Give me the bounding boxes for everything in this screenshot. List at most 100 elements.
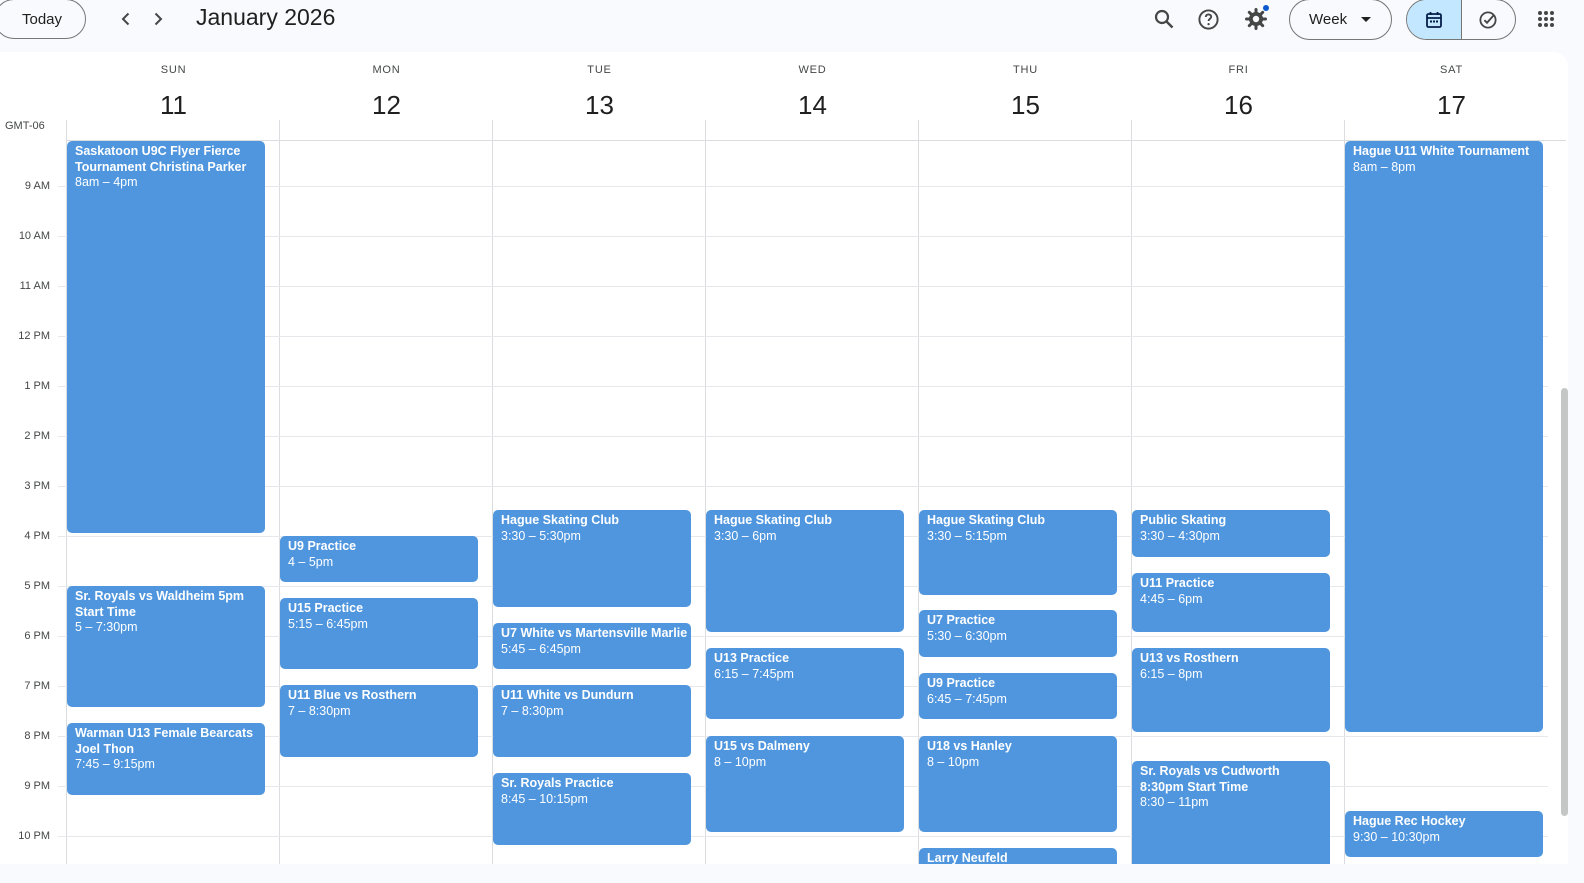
event-title: U9 Practice <box>288 539 357 553</box>
event-title: U9 Practice <box>927 676 996 690</box>
event-time: 4:45 – 6pm <box>1140 591 1203 606</box>
day-of-week: THU <box>1012 64 1038 76</box>
day-number[interactable]: 14 <box>706 90 919 121</box>
vertical-scrollbar[interactable] <box>1561 388 1568 816</box>
chevron-right-icon <box>154 12 163 26</box>
event-time: 4 – 5pm <box>288 554 334 569</box>
event-title: Hague U11 White Tournament <box>1353 144 1530 158</box>
event-time: 7 – 8:30pm <box>501 703 564 718</box>
day-number[interactable]: 15 <box>919 90 1132 121</box>
hour-gridline <box>58 286 1548 287</box>
event-time: 3:30 – 6pm <box>714 528 777 543</box>
calendar-event[interactable]: Larry Neufeld <box>919 848 1117 864</box>
calendar-tasks-toggle <box>1406 0 1516 40</box>
event-title: Hague Rec Hockey <box>1353 814 1466 828</box>
calendar-event[interactable]: U13 vs Rosthern 6:15 – 8pm <box>1132 648 1330 732</box>
calendar-event[interactable]: U7 White vs Martensville Marlie 5:45 – 6… <box>493 623 691 669</box>
day-of-week: SUN <box>160 64 187 76</box>
event-time: 3:30 – 4:30pm <box>1140 528 1220 543</box>
event-title: U11 Blue vs Rosthern <box>288 688 417 702</box>
event-time: 8am – 8pm <box>1353 159 1416 174</box>
calendar-event[interactable]: Public Skating 3:30 – 4:30pm <box>1132 510 1330 557</box>
event-time: 8 – 10pm <box>714 754 767 769</box>
calendar-view-toggle[interactable] <box>1407 0 1462 39</box>
next-week-button[interactable] <box>145 6 171 32</box>
calendar-event[interactable]: U13 Practice 6:15 – 7:45pm <box>706 648 904 719</box>
calendar-event[interactable]: U15 Practice 5:15 – 6:45pm <box>280 598 478 669</box>
calendar-event[interactable]: U11 Practice 4:45 – 6pm <box>1132 573 1330 632</box>
week-grid: SUN 11 MON 12 TUE 13 WED 14 THU 15 FRI 1… <box>0 52 1568 864</box>
calendar-event[interactable]: U9 Practice 6:45 – 7:45pm <box>919 673 1117 719</box>
tasks-view-toggle[interactable] <box>1462 0 1516 39</box>
hour-label: 6 PM <box>24 630 50 642</box>
day-number[interactable]: 16 <box>1132 90 1345 121</box>
event-title: U15 vs Dalmeny <box>714 739 810 753</box>
hour-label: 10 PM <box>18 830 50 842</box>
event-time: 5:30 – 6:30pm <box>927 628 1007 643</box>
chevron-left-icon <box>121 12 130 26</box>
today-button[interactable]: Today <box>0 0 86 39</box>
event-time: 7:45 – 9:15pm <box>75 757 155 772</box>
hour-label: 12 PM <box>18 330 50 342</box>
calendar-event[interactable]: Hague U11 White Tournament 8am – 8pm <box>1345 141 1543 732</box>
event-title: U7 White vs Martensville Marlie <box>501 626 688 640</box>
view-selector-label: Week <box>1309 11 1348 28</box>
calendar-icon <box>1425 11 1442 28</box>
hour-label: 4 PM <box>24 530 50 542</box>
event-time: 6:45 – 7:45pm <box>927 691 1007 706</box>
apps-launcher-button[interactable] <box>1532 5 1560 33</box>
hour-label: 10 AM <box>18 230 50 242</box>
calendar-event[interactable]: Saskatoon U9C Flyer Fierce Tournament Ch… <box>67 141 265 533</box>
header-divider <box>66 140 1566 141</box>
calendar-event[interactable]: U15 vs Dalmeny 8 – 10pm <box>706 736 904 832</box>
event-time: 5 – 7:30pm <box>75 620 138 635</box>
event-time: 6:15 – 8pm <box>1140 666 1203 681</box>
hour-gridline <box>58 386 1548 387</box>
event-title: Warman U13 Female Bearcats Joel Thon <box>75 726 254 756</box>
calendar-event[interactable]: U18 vs Hanley 8 – 10pm <box>919 736 1117 832</box>
event-time: 9:30 – 10:30pm <box>1353 829 1440 844</box>
day-number[interactable]: 11 <box>67 90 280 121</box>
help-button[interactable] <box>1194 5 1222 33</box>
event-title: Sr. Royals Practice <box>501 776 614 790</box>
caret-down-icon <box>1361 16 1372 22</box>
calendar-event[interactable]: Sr. Royals vs Waldheim 5pm Start Time 5 … <box>67 586 265 707</box>
column-divider <box>1131 120 1132 864</box>
event-title: Hague Skating Club <box>501 513 620 527</box>
previous-week-button[interactable] <box>113 6 139 32</box>
calendar-event[interactable]: Hague Skating Club 3:30 – 6pm <box>706 510 904 632</box>
calendar-event[interactable]: Hague Rec Hockey 9:30 – 10:30pm <box>1345 811 1543 857</box>
hour-label: 11 AM <box>19 280 50 292</box>
day-of-week: FRI <box>1228 64 1249 76</box>
event-title: U11 White vs Dundurn <box>501 688 634 702</box>
hour-label: 1 PM <box>24 380 50 392</box>
calendar-event[interactable]: U11 Blue vs Rosthern 7 – 8:30pm <box>280 685 478 757</box>
check-circle-icon <box>1479 11 1497 28</box>
day-of-week: SAT <box>1440 64 1463 76</box>
day-number[interactable]: 12 <box>280 90 493 121</box>
day-number[interactable]: 17 <box>1345 90 1558 121</box>
help-icon <box>1197 8 1219 30</box>
timezone-label: GMT-06 <box>5 120 45 132</box>
event-title: U11 Practice <box>1140 576 1215 590</box>
calendar-event[interactable]: Sr. Royals vs Cudworth 8:30pm Start Time… <box>1132 761 1330 864</box>
search-button[interactable] <box>1150 5 1178 33</box>
event-time: 5:15 – 6:45pm <box>288 616 368 631</box>
calendar-event[interactable]: Warman U13 Female Bearcats Joel Thon 7:4… <box>67 723 265 795</box>
calendar-event[interactable]: U7 Practice 5:30 – 6:30pm <box>919 610 1117 657</box>
event-time: 8 – 10pm <box>927 754 980 769</box>
view-selector[interactable]: Week <box>1289 0 1392 40</box>
hour-gridline <box>58 436 1548 437</box>
event-title: U7 Practice <box>927 613 996 627</box>
calendar-event[interactable]: U11 White vs Dundurn 7 – 8:30pm <box>493 685 691 757</box>
calendar-event[interactable]: U9 Practice 4 – 5pm <box>280 536 478 582</box>
day-of-week: MON <box>372 64 401 76</box>
search-icon <box>1154 9 1174 29</box>
calendar-event[interactable]: Hague Skating Club 3:30 – 5:30pm <box>493 510 691 607</box>
today-button-label: Today <box>21 10 63 28</box>
calendar-event[interactable]: Sr. Royals Practice 8:45 – 10:15pm <box>493 773 691 845</box>
hour-label: 2 PM <box>24 430 50 442</box>
day-number[interactable]: 13 <box>493 90 706 121</box>
hour-label: 5 PM <box>24 580 50 592</box>
calendar-event[interactable]: Hague Skating Club 3:30 – 5:15pm <box>919 510 1117 595</box>
